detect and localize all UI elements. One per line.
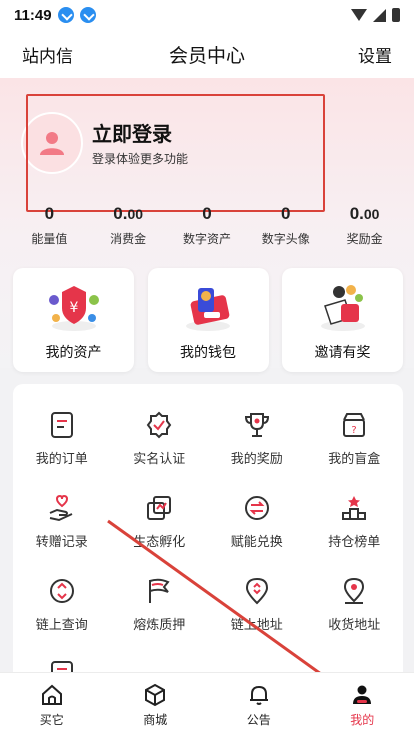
stat-label: 消费金	[110, 232, 147, 246]
exchange-icon	[244, 496, 269, 520]
tab-mine[interactable]: 我的	[311, 673, 414, 736]
stat-reward[interactable]: 0.00 奖励金	[326, 204, 404, 247]
messages-link[interactable]: 站内信	[22, 42, 73, 67]
stat-digital-assets[interactable]: 0 数字资产	[168, 204, 246, 247]
status-bar: 11:49	[0, 0, 414, 30]
wallet-icon	[186, 288, 230, 331]
download-icon	[57, 7, 74, 23]
svg-text:?: ?	[352, 425, 357, 436]
tab-announcement[interactable]: 公告	[207, 673, 311, 736]
stat-label: 能量值	[31, 232, 68, 246]
download-icon	[79, 7, 96, 23]
grid-label: 我的订单	[35, 451, 88, 466]
grid-item-incubation[interactable]: 生态孵化	[111, 493, 209, 550]
verify-badge-icon	[147, 411, 172, 439]
stat-value: 0.	[113, 204, 128, 223]
stat-value: 0	[202, 204, 212, 223]
my-wallet-card[interactable]: 我的钱包	[147, 268, 269, 372]
stat-digital-avatar[interactable]: 0 数字头像	[247, 204, 325, 247]
tab-label: 我的	[350, 713, 375, 727]
chain-address-icon	[245, 577, 268, 605]
tab-label: 买它	[39, 713, 64, 727]
stat-energy[interactable]: 0 能量值	[10, 204, 88, 247]
bottom-tab-bar: 买它 商城 公告 我的	[0, 672, 414, 736]
stat-value: 0	[281, 204, 291, 223]
quick-label: 我的资产	[45, 344, 102, 360]
gift-hand-icon	[49, 494, 73, 522]
grid-label: 熔炼质押	[133, 617, 186, 632]
grid-item-shipping-address[interactable]: 收货地址	[306, 576, 404, 633]
quick-label: 我的钱包	[180, 344, 236, 360]
stat-consumption[interactable]: 0.00 消费金	[89, 204, 167, 247]
incubate-icon	[147, 496, 172, 520]
my-assets-card[interactable]: ¥ 我的资产	[13, 268, 134, 372]
signal-icon	[373, 8, 386, 22]
grid-label: 链上查询	[35, 617, 88, 632]
grid-item-chain-query[interactable]: 链上查询	[13, 576, 111, 633]
grid-item-exchange[interactable]: 赋能兑换	[208, 493, 306, 550]
stat-label: 奖励金	[346, 232, 383, 246]
grid-label: 赋能兑换	[230, 534, 283, 549]
grid-item-holdings-rank[interactable]: 持仓榜单	[306, 493, 404, 550]
grid-item-rewards[interactable]: 我的奖励	[208, 410, 306, 467]
invite-card[interactable]: 邀请有奖	[282, 268, 403, 372]
cube-icon	[145, 683, 166, 707]
battery-icon	[392, 8, 400, 22]
stat-label: 数字资产	[182, 232, 231, 246]
function-grid: 我的订单 实名认证 我的奖励 ? 我的盲盒 转赠记录 生态孵化 赋能兑换 持仓榜…	[13, 410, 403, 684]
stat-label: 数字头像	[261, 232, 310, 246]
stat-value-decimal: 00	[127, 206, 144, 222]
stat-value: 0	[44, 204, 55, 223]
grid-item-smelt-stake[interactable]: 熔炼质押	[111, 576, 209, 633]
grid-label: 实名认证	[133, 451, 186, 466]
function-panel: 我的订单 实名认证 我的奖励 ? 我的盲盒 转赠记录 生态孵化 赋能兑换 持仓榜…	[13, 384, 403, 684]
invite-gift-icon	[320, 285, 365, 331]
flag-icon	[149, 578, 170, 603]
svg-text:¥: ¥	[69, 300, 78, 316]
settings-link[interactable]: 设置	[358, 42, 392, 67]
mystery-box-icon: ?	[343, 413, 366, 437]
user-icon	[353, 685, 372, 704]
tab-label: 公告	[246, 713, 271, 727]
grid-label: 生态孵化	[133, 534, 186, 549]
quick-actions: ¥ 我的资产 我的钱包 邀请有奖	[13, 268, 403, 372]
grid-label: 我的奖励	[230, 451, 283, 466]
chain-search-icon	[49, 579, 74, 603]
grid-item-orders[interactable]: 我的订单	[13, 410, 111, 467]
grid-item-verify[interactable]: 实名认证	[111, 410, 209, 467]
grid-label: 收货地址	[328, 617, 381, 632]
grid-label: 我的盲盒	[328, 451, 381, 466]
grid-item-chain-address[interactable]: 链上地址	[208, 576, 306, 633]
podium-icon	[342, 496, 367, 520]
status-time: 11:49	[14, 6, 52, 24]
tab-label: 商城	[143, 713, 168, 727]
stat-value: 0.	[349, 204, 364, 223]
stats-row: 0 能量值 0.00 消费金 0 数字资产 0 数字头像 0.00 奖励金	[10, 204, 404, 247]
grid-label: 转赠记录	[35, 534, 88, 549]
bell-icon	[249, 685, 268, 705]
order-icon	[50, 412, 73, 438]
stat-value-decimal: 00	[363, 206, 380, 222]
login-highlight-box	[26, 94, 325, 212]
assets-icon: ¥	[48, 286, 99, 331]
grid-label: 链上地址	[230, 617, 283, 632]
wifi-icon	[351, 9, 367, 21]
grid-item-mystery-box[interactable]: ? 我的盲盒	[306, 410, 404, 467]
trophy-icon	[244, 413, 269, 437]
tab-buy[interactable]: 买它	[0, 673, 104, 736]
grid-label: 持仓榜单	[328, 534, 381, 549]
location-pin-icon	[344, 577, 365, 604]
top-nav-bar: 站内信 会员中心 设置	[0, 30, 414, 78]
grid-item-transfer-records[interactable]: 转赠记录	[13, 493, 111, 550]
page-title: 会员中心	[168, 45, 246, 67]
quick-label: 邀请有奖	[314, 344, 371, 360]
tab-mall[interactable]: 商城	[104, 673, 208, 736]
home-icon	[41, 684, 62, 705]
